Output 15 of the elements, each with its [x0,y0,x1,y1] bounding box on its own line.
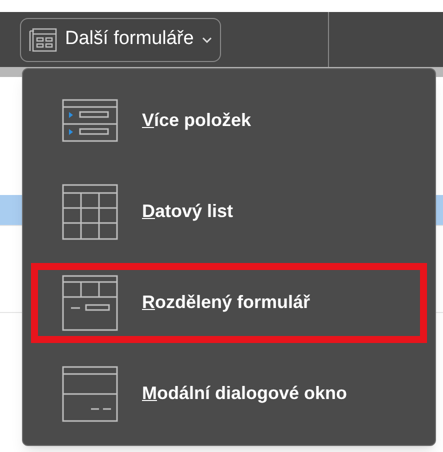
menu-item[interactable]: Více položek [31,80,427,160]
menu-item[interactable]: Rozdělený formulář [31,262,427,342]
menu-item-label: Modální dialogové okno [142,382,348,405]
menu-item[interactable]: Modální dialogové okno [31,354,427,434]
caret-icon [202,36,212,42]
form-icon [29,26,57,52]
split-form-icon [62,274,118,330]
menu-item[interactable]: Datový list [31,172,427,252]
menu-item-label: Více položek [142,109,252,132]
menu-item-label: Datový list [142,200,234,223]
grid-icon [62,184,118,240]
dialog-window-icon [62,366,118,422]
more-forms-button[interactable]: Další formuláře [20,18,221,62]
menu-item-label: Rozdělený formulář [142,291,310,314]
form-list-icon [62,99,118,142]
